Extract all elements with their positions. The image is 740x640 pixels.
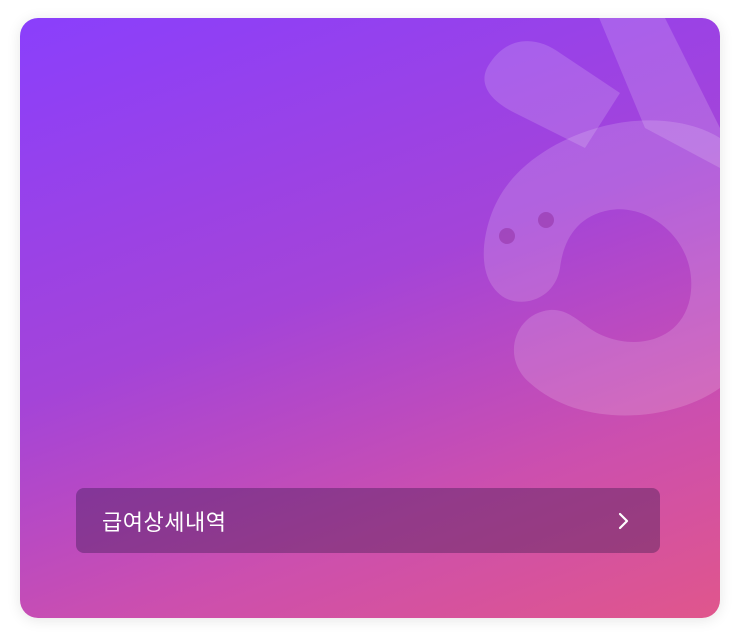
payroll-card: 급여상세내역	[20, 18, 720, 618]
chevron-right-icon	[614, 511, 634, 531]
payroll-detail-button[interactable]: 급여상세내역	[76, 488, 660, 553]
payroll-detail-label: 급여상세내역	[102, 510, 227, 536]
